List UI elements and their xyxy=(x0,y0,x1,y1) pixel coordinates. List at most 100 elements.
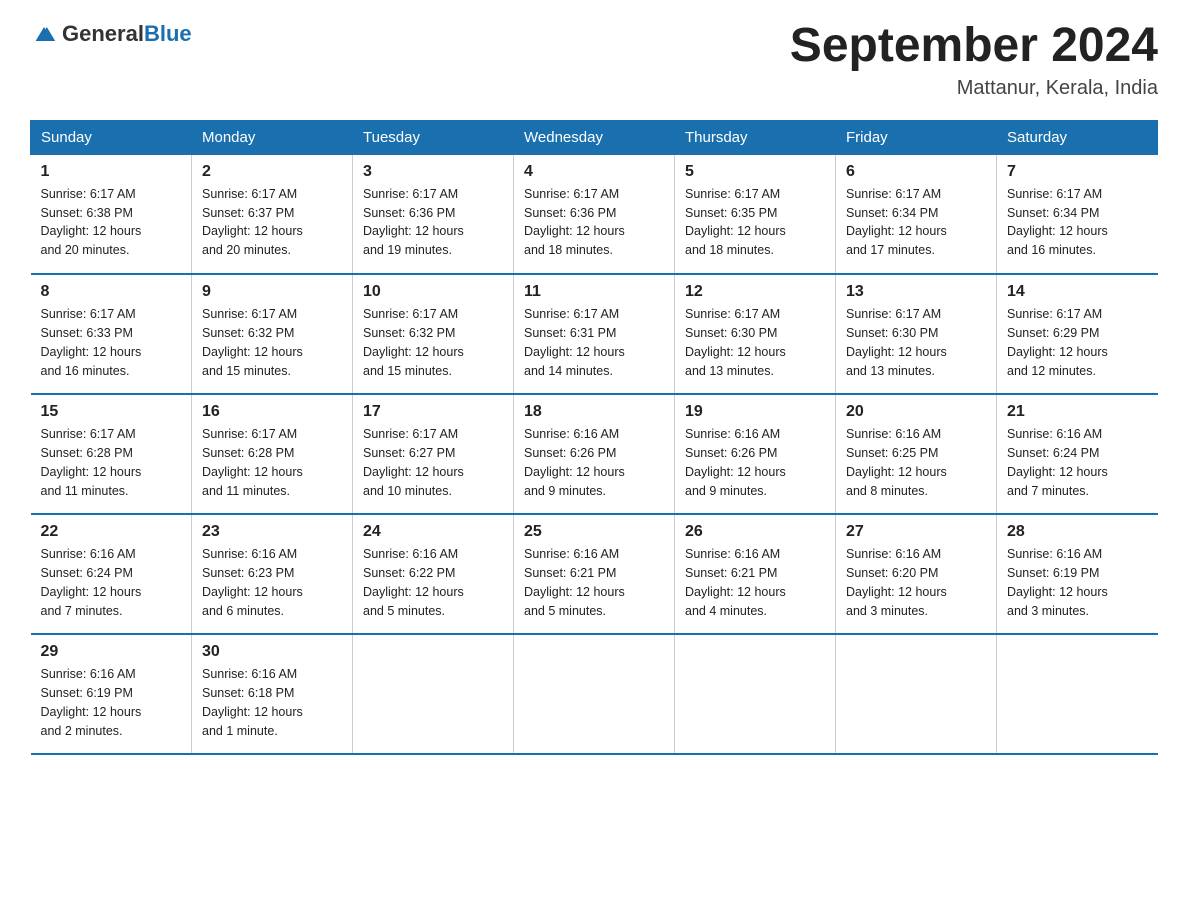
day-number: 14 xyxy=(1007,283,1148,301)
day-number: 12 xyxy=(685,283,825,301)
calendar-cell: 24 Sunrise: 6:16 AM Sunset: 6:22 PM Dayl… xyxy=(353,514,514,634)
calendar-cell: 21 Sunrise: 6:16 AM Sunset: 6:24 PM Dayl… xyxy=(997,394,1158,514)
day-number: 29 xyxy=(41,643,182,661)
day-number: 27 xyxy=(846,523,986,541)
page-header: GeneralBlue September 2024 Mattanur, Ker… xyxy=(30,20,1158,100)
day-info: Sunrise: 6:17 AM Sunset: 6:28 PM Dayligh… xyxy=(41,425,182,500)
month-title: September 2024 xyxy=(790,20,1158,73)
day-number: 5 xyxy=(685,163,825,181)
calendar-cell: 16 Sunrise: 6:17 AM Sunset: 6:28 PM Dayl… xyxy=(192,394,353,514)
day-info: Sunrise: 6:17 AM Sunset: 6:34 PM Dayligh… xyxy=(1007,185,1148,260)
calendar-cell: 7 Sunrise: 6:17 AM Sunset: 6:34 PM Dayli… xyxy=(997,154,1158,274)
day-info: Sunrise: 6:17 AM Sunset: 6:37 PM Dayligh… xyxy=(202,185,342,260)
day-number: 3 xyxy=(363,163,503,181)
day-number: 16 xyxy=(202,403,342,421)
logo-text-general: General xyxy=(62,21,144,46)
calendar-cell: 1 Sunrise: 6:17 AM Sunset: 6:38 PM Dayli… xyxy=(31,154,192,274)
day-number: 1 xyxy=(41,163,182,181)
day-info: Sunrise: 6:17 AM Sunset: 6:32 PM Dayligh… xyxy=(202,305,342,380)
day-info: Sunrise: 6:17 AM Sunset: 6:28 PM Dayligh… xyxy=(202,425,342,500)
header-monday: Monday xyxy=(192,120,353,154)
day-info: Sunrise: 6:16 AM Sunset: 6:22 PM Dayligh… xyxy=(363,545,503,620)
calendar-cell: 27 Sunrise: 6:16 AM Sunset: 6:20 PM Dayl… xyxy=(836,514,997,634)
calendar-cell: 20 Sunrise: 6:16 AM Sunset: 6:25 PM Dayl… xyxy=(836,394,997,514)
calendar-cell: 14 Sunrise: 6:17 AM Sunset: 6:29 PM Dayl… xyxy=(997,274,1158,394)
header-sunday: Sunday xyxy=(31,120,192,154)
day-number: 18 xyxy=(524,403,664,421)
calendar-cell: 5 Sunrise: 6:17 AM Sunset: 6:35 PM Dayli… xyxy=(675,154,836,274)
day-number: 24 xyxy=(363,523,503,541)
day-number: 25 xyxy=(524,523,664,541)
calendar-week-3: 15 Sunrise: 6:17 AM Sunset: 6:28 PM Dayl… xyxy=(31,394,1158,514)
calendar-cell xyxy=(514,634,675,754)
calendar-cell: 22 Sunrise: 6:16 AM Sunset: 6:24 PM Dayl… xyxy=(31,514,192,634)
header-wednesday: Wednesday xyxy=(514,120,675,154)
calendar-cell: 15 Sunrise: 6:17 AM Sunset: 6:28 PM Dayl… xyxy=(31,394,192,514)
day-info: Sunrise: 6:16 AM Sunset: 6:26 PM Dayligh… xyxy=(685,425,825,500)
calendar-week-5: 29 Sunrise: 6:16 AM Sunset: 6:19 PM Dayl… xyxy=(31,634,1158,754)
day-info: Sunrise: 6:17 AM Sunset: 6:38 PM Dayligh… xyxy=(41,185,182,260)
day-number: 4 xyxy=(524,163,664,181)
day-info: Sunrise: 6:16 AM Sunset: 6:21 PM Dayligh… xyxy=(685,545,825,620)
title-block: September 2024 Mattanur, Kerala, India xyxy=(790,20,1158,100)
calendar-week-4: 22 Sunrise: 6:16 AM Sunset: 6:24 PM Dayl… xyxy=(31,514,1158,634)
header-thursday: Thursday xyxy=(675,120,836,154)
day-info: Sunrise: 6:17 AM Sunset: 6:36 PM Dayligh… xyxy=(363,185,503,260)
day-number: 30 xyxy=(202,643,342,661)
day-info: Sunrise: 6:17 AM Sunset: 6:33 PM Dayligh… xyxy=(41,305,182,380)
day-info: Sunrise: 6:16 AM Sunset: 6:19 PM Dayligh… xyxy=(41,665,182,740)
calendar-week-1: 1 Sunrise: 6:17 AM Sunset: 6:38 PM Dayli… xyxy=(31,154,1158,274)
calendar-cell xyxy=(675,634,836,754)
day-number: 23 xyxy=(202,523,342,541)
day-info: Sunrise: 6:17 AM Sunset: 6:27 PM Dayligh… xyxy=(363,425,503,500)
calendar-header-row: SundayMondayTuesdayWednesdayThursdayFrid… xyxy=(31,120,1158,154)
header-friday: Friday xyxy=(836,120,997,154)
day-number: 17 xyxy=(363,403,503,421)
day-info: Sunrise: 6:16 AM Sunset: 6:21 PM Dayligh… xyxy=(524,545,664,620)
calendar-cell: 13 Sunrise: 6:17 AM Sunset: 6:30 PM Dayl… xyxy=(836,274,997,394)
logo-icon xyxy=(30,20,58,48)
day-number: 6 xyxy=(846,163,986,181)
header-tuesday: Tuesday xyxy=(353,120,514,154)
calendar-cell: 25 Sunrise: 6:16 AM Sunset: 6:21 PM Dayl… xyxy=(514,514,675,634)
day-info: Sunrise: 6:17 AM Sunset: 6:29 PM Dayligh… xyxy=(1007,305,1148,380)
calendar-cell: 3 Sunrise: 6:17 AM Sunset: 6:36 PM Dayli… xyxy=(353,154,514,274)
calendar-cell: 29 Sunrise: 6:16 AM Sunset: 6:19 PM Dayl… xyxy=(31,634,192,754)
day-number: 20 xyxy=(846,403,986,421)
day-info: Sunrise: 6:17 AM Sunset: 6:34 PM Dayligh… xyxy=(846,185,986,260)
day-info: Sunrise: 6:17 AM Sunset: 6:31 PM Dayligh… xyxy=(524,305,664,380)
calendar-table: SundayMondayTuesdayWednesdayThursdayFrid… xyxy=(30,120,1158,756)
day-number: 15 xyxy=(41,403,182,421)
calendar-cell: 23 Sunrise: 6:16 AM Sunset: 6:23 PM Dayl… xyxy=(192,514,353,634)
day-number: 22 xyxy=(41,523,182,541)
logo-text-blue: Blue xyxy=(144,21,192,46)
location: Mattanur, Kerala, India xyxy=(790,77,1158,100)
header-saturday: Saturday xyxy=(997,120,1158,154)
calendar-cell: 28 Sunrise: 6:16 AM Sunset: 6:19 PM Dayl… xyxy=(997,514,1158,634)
calendar-cell: 4 Sunrise: 6:17 AM Sunset: 6:36 PM Dayli… xyxy=(514,154,675,274)
day-info: Sunrise: 6:16 AM Sunset: 6:23 PM Dayligh… xyxy=(202,545,342,620)
calendar-cell: 6 Sunrise: 6:17 AM Sunset: 6:34 PM Dayli… xyxy=(836,154,997,274)
logo: GeneralBlue xyxy=(30,20,192,48)
day-number: 11 xyxy=(524,283,664,301)
calendar-cell: 9 Sunrise: 6:17 AM Sunset: 6:32 PM Dayli… xyxy=(192,274,353,394)
calendar-cell: 10 Sunrise: 6:17 AM Sunset: 6:32 PM Dayl… xyxy=(353,274,514,394)
calendar-cell: 12 Sunrise: 6:17 AM Sunset: 6:30 PM Dayl… xyxy=(675,274,836,394)
day-number: 26 xyxy=(685,523,825,541)
day-number: 2 xyxy=(202,163,342,181)
day-info: Sunrise: 6:16 AM Sunset: 6:24 PM Dayligh… xyxy=(41,545,182,620)
day-number: 21 xyxy=(1007,403,1148,421)
day-info: Sunrise: 6:17 AM Sunset: 6:30 PM Dayligh… xyxy=(685,305,825,380)
calendar-cell: 17 Sunrise: 6:17 AM Sunset: 6:27 PM Dayl… xyxy=(353,394,514,514)
calendar-cell: 11 Sunrise: 6:17 AM Sunset: 6:31 PM Dayl… xyxy=(514,274,675,394)
calendar-cell: 18 Sunrise: 6:16 AM Sunset: 6:26 PM Dayl… xyxy=(514,394,675,514)
day-info: Sunrise: 6:16 AM Sunset: 6:19 PM Dayligh… xyxy=(1007,545,1148,620)
calendar-cell xyxy=(997,634,1158,754)
calendar-cell: 26 Sunrise: 6:16 AM Sunset: 6:21 PM Dayl… xyxy=(675,514,836,634)
calendar-cell xyxy=(836,634,997,754)
day-info: Sunrise: 6:17 AM Sunset: 6:30 PM Dayligh… xyxy=(846,305,986,380)
day-info: Sunrise: 6:17 AM Sunset: 6:32 PM Dayligh… xyxy=(363,305,503,380)
day-number: 19 xyxy=(685,403,825,421)
day-info: Sunrise: 6:16 AM Sunset: 6:25 PM Dayligh… xyxy=(846,425,986,500)
calendar-cell: 30 Sunrise: 6:16 AM Sunset: 6:18 PM Dayl… xyxy=(192,634,353,754)
